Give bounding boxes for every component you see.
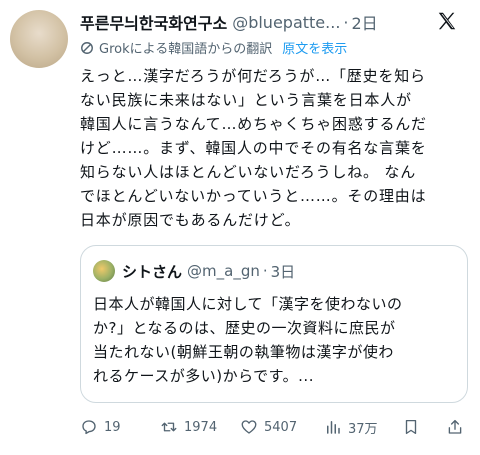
reply-count: 19 — [104, 419, 121, 435]
quoted-text-line: 当たれない(朝鮮王朝の執筆物は漢字が使わ — [93, 343, 394, 361]
like-button[interactable]: 5407 — [240, 418, 297, 436]
quoted-author-handle: @m_a_gn — [187, 262, 260, 280]
post-text-line: けど……。まず、韓国人の中でその有名な言葉を — [80, 139, 427, 157]
heart-icon — [241, 420, 257, 434]
post-text: えっと…漢字だろうが何だろうが…「歴史を知ら ない民族に未来はない」という言葉を… — [80, 64, 470, 232]
post-text-line: 韓国人に言うなんて…めちゃくちゃ困惑するんだ — [80, 115, 427, 133]
reply-button[interactable]: 19 — [80, 418, 121, 436]
action-bar: 19 1974 5407 37万 — [80, 414, 470, 440]
bookmark-icon — [405, 419, 417, 435]
like-count: 5407 — [264, 419, 298, 435]
author-avatar[interactable] — [10, 10, 68, 68]
bookmark-button[interactable] — [402, 418, 426, 436]
translation-note: Grokによる韓国語からの翻訳 原文を表示 — [80, 38, 347, 57]
quoted-post[interactable]: シトさん @m_a_gn · 3日 日本人が韓国人に対して「漢字を使わないの か… — [80, 245, 468, 403]
show-original-link[interactable]: 原文を表示 — [282, 38, 347, 57]
quoted-post-time: 3日 — [270, 262, 296, 281]
quoted-author-name: シトさん — [122, 262, 183, 281]
share-icon — [448, 419, 462, 434]
quoted-author-avatar — [93, 260, 115, 282]
post-text-line: でほとんどいないかっていうと……。その理由は — [80, 187, 427, 205]
views-count: 37万 — [348, 421, 378, 437]
post-text-line: えっと…漢字だろうが何だろうが…「歴史を知ら — [80, 67, 426, 85]
separator-dot: · — [262, 262, 268, 280]
repost-icon — [161, 422, 177, 432]
post-time[interactable]: 2日 — [352, 10, 378, 34]
quoted-post-text: 日本人が韓国人に対して「漢字を使わないの か?」となるのは、歴史の一次資料に庶民… — [93, 292, 459, 388]
views-icon — [327, 421, 340, 434]
separator-dot: · — [343, 12, 349, 32]
share-button[interactable] — [446, 418, 470, 436]
post-text-line: 知らない人はほとんどいないだろうしね。 なん — [80, 163, 417, 181]
repost-count: 1974 — [184, 419, 218, 435]
quoted-text-line: れるケースが多い)からです。... — [93, 367, 314, 385]
author-name[interactable]: 푸른무늬한국화연구소 — [80, 10, 227, 34]
x-logo-icon[interactable] — [436, 10, 458, 32]
quoted-text-line: 日本人が韓国人に対して「漢字を使わないの — [93, 295, 403, 313]
repost-button[interactable]: 1974 — [160, 418, 217, 436]
translation-label: Grokによる韓国語からの翻訳 — [99, 42, 273, 57]
author-handle[interactable]: @bluepatte... — [232, 13, 340, 32]
post-header: 푸른무늬한국화연구소 @bluepatte... · 2日 — [80, 10, 470, 34]
quoted-post-header: シトさん @m_a_gn · 3日 — [93, 260, 295, 282]
reply-icon — [82, 420, 96, 435]
views-button[interactable]: 37万 — [324, 418, 378, 437]
post-text-line: 日本が原因でもあるんだけど。 — [80, 211, 301, 229]
grok-icon — [81, 41, 93, 54]
post-text-line: ない民族に未来はない」という言葉を日本人が — [80, 91, 412, 109]
quoted-text-line: か?」となるのは、歴史の一次資料に庶民が — [93, 319, 396, 337]
